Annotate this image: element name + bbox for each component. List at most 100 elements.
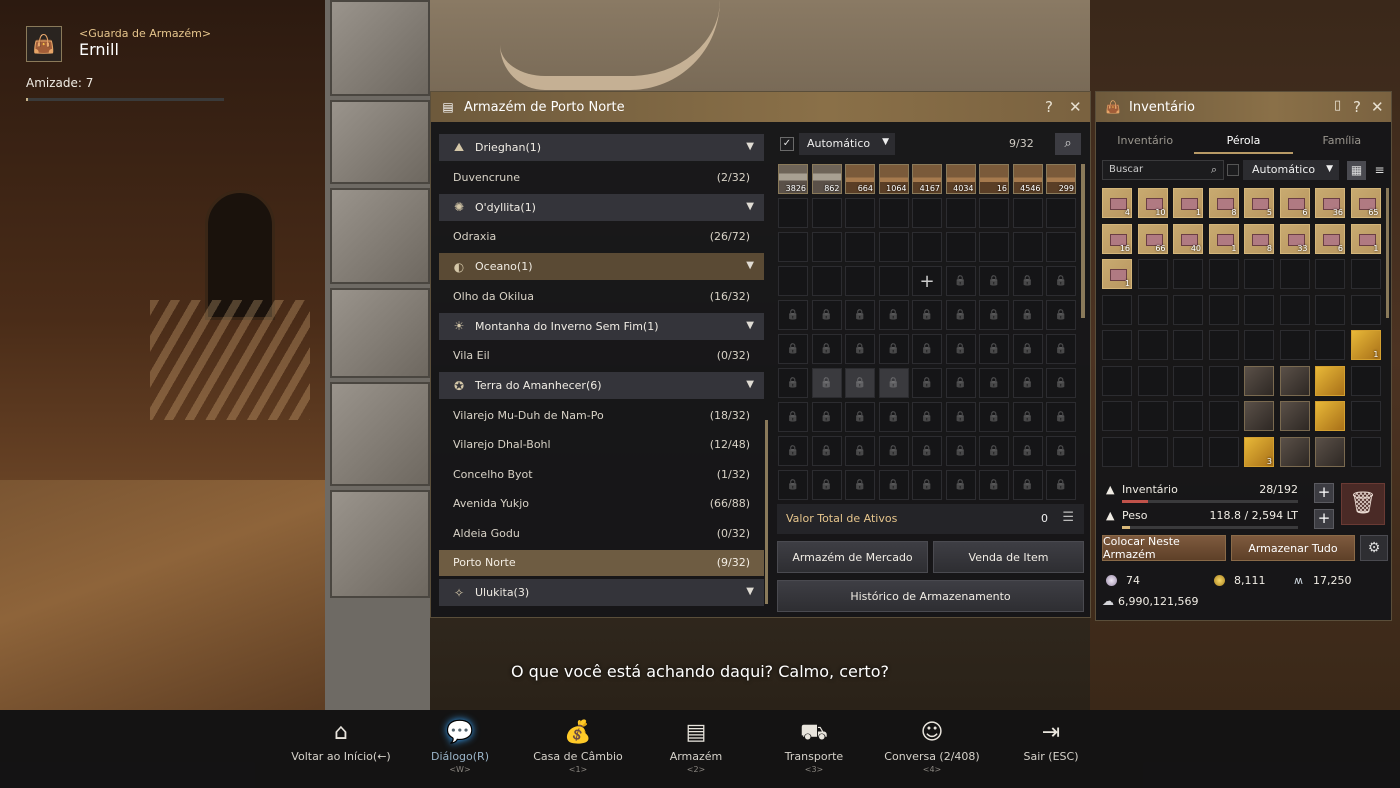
pearl-item-slot[interactable]: 36 (1315, 188, 1345, 218)
auto-sort-checkbox[interactable]: ✓ (780, 137, 794, 151)
pearl-item-slot[interactable]: 1 (1350, 223, 1381, 254)
pearl-item-slot[interactable]: 10 (1137, 188, 1168, 218)
empty-slot[interactable] (1102, 436, 1132, 467)
warehouse-item-slot[interactable]: 664 (845, 164, 875, 194)
empty-slot[interactable] (945, 198, 976, 228)
empty-slot[interactable] (811, 198, 842, 228)
store-here-button[interactable]: Colocar Neste Armazém (1102, 535, 1226, 561)
expand-inventory-button[interactable]: + (1314, 483, 1334, 503)
region-header[interactable]: ✪ Terra do Amanhecer(6) ▼ (439, 372, 764, 399)
empty-slot[interactable] (1315, 259, 1345, 289)
pearl-item-slot[interactable]: 65 (1350, 188, 1381, 218)
empty-slot[interactable] (979, 198, 1009, 228)
inventory-auto-checkbox[interactable] (1227, 164, 1239, 176)
document-icon[interactable]: ▯ (1334, 98, 1341, 113)
gear-icon[interactable]: ⚙ (1360, 535, 1388, 561)
empty-slot[interactable] (1208, 401, 1239, 431)
inventory-item-slot[interactable] (1315, 401, 1345, 431)
grid-view-icon[interactable]: ▦ (1347, 161, 1366, 180)
region-header[interactable]: ⛰ Drieghan(1) ▼ (439, 134, 764, 161)
empty-slot[interactable] (1279, 330, 1310, 360)
empty-slot[interactable] (1012, 198, 1043, 228)
empty-slot[interactable] (1350, 436, 1381, 467)
tab-family[interactable]: Família (1293, 130, 1391, 154)
empty-slot[interactable] (1173, 365, 1203, 396)
empty-slot[interactable] (912, 232, 942, 262)
tab-inventory[interactable]: Inventário (1096, 130, 1194, 154)
inventory-item-slot[interactable] (1279, 436, 1310, 467)
empty-slot[interactable] (1350, 294, 1381, 325)
empty-slot[interactable] (1137, 330, 1168, 360)
empty-slot[interactable] (945, 232, 976, 262)
storage-history-button[interactable]: Histórico de Armazenamento (777, 580, 1084, 612)
pearl-item-slot[interactable]: 33 (1279, 223, 1310, 254)
empty-slot[interactable] (1244, 330, 1274, 360)
empty-slot[interactable] (1137, 401, 1168, 431)
empty-slot[interactable] (1315, 294, 1345, 325)
empty-slot[interactable] (778, 198, 808, 228)
trash-icon[interactable]: 🗑 (1341, 483, 1385, 525)
empty-slot[interactable] (1012, 232, 1043, 262)
expand-slots-button[interactable]: + (912, 266, 942, 296)
close-button[interactable]: ✕ (1069, 98, 1082, 116)
search-icon[interactable]: ⌕ (1055, 133, 1081, 155)
help-button[interactable]: ? (1045, 98, 1053, 116)
empty-slot[interactable] (1208, 330, 1239, 360)
empty-slot[interactable] (912, 198, 942, 228)
warehouse-item-slot[interactable]: 3826 (778, 164, 808, 194)
warehouse-item-slot[interactable]: 4546 (1012, 164, 1043, 194)
inventory-scrollbar[interactable] (1386, 188, 1389, 318)
empty-slot[interactable] (1102, 365, 1132, 396)
warehouse-scrollbar[interactable] (1081, 164, 1085, 318)
market-warehouse-button[interactable]: Armazém de Mercado (777, 541, 928, 573)
empty-slot[interactable] (1173, 401, 1203, 431)
empty-slot[interactable] (811, 232, 842, 262)
pearl-item-slot[interactable]: 6 (1279, 188, 1310, 218)
region-header[interactable]: ◐ Oceano(1) ▼ (439, 253, 764, 280)
inventory-item-slot[interactable]: 1 (1350, 330, 1381, 360)
empty-slot[interactable] (1315, 330, 1345, 360)
town-item[interactable]: Porto Norte (9/32) (439, 549, 764, 576)
town-item[interactable]: Odraxia (26/72) (439, 224, 764, 251)
empty-slot[interactable] (778, 232, 808, 262)
empty-slot[interactable] (845, 266, 875, 296)
warehouse-item-slot[interactable]: 16 (979, 164, 1009, 194)
sell-item-button[interactable]: Venda de Item (933, 541, 1084, 573)
warehouse-item-slot[interactable]: 1064 (878, 164, 909, 194)
town-item[interactable]: Vilarejo Mu-Duh de Nam-Po (18/32) (439, 402, 764, 429)
empty-slot[interactable] (1173, 436, 1203, 467)
list-view-icon[interactable]: ≡ (1370, 161, 1389, 180)
pearl-item-slot[interactable]: 8 (1208, 188, 1239, 218)
inventory-item-slot[interactable]: 3 (1244, 436, 1274, 467)
inventory-item-slot[interactable] (1244, 365, 1274, 396)
help-button[interactable]: ? (1353, 98, 1361, 116)
town-item[interactable]: Vilarejo Dhal-Bohl (12/48) (439, 432, 764, 459)
empty-slot[interactable] (1350, 259, 1381, 289)
region-scrollbar[interactable] (765, 420, 768, 604)
empty-slot[interactable] (1046, 198, 1076, 228)
town-item[interactable]: Concelho Byot (1/32) (439, 461, 764, 488)
empty-slot[interactable] (1137, 294, 1168, 325)
pearl-item-slot[interactable]: 1 (1173, 188, 1203, 218)
empty-slot[interactable] (1137, 436, 1168, 467)
region-header[interactable]: ☀ Montanha do Inverno Sem Fim(1) ▼ (439, 312, 764, 340)
empty-slot[interactable] (1173, 294, 1203, 325)
region-header[interactable]: ✧ Ulukita(3) ▼ (439, 579, 764, 606)
pearl-item-slot[interactable]: 8 (1244, 223, 1274, 254)
empty-slot[interactable] (778, 266, 808, 296)
empty-slot[interactable] (1350, 401, 1381, 431)
store-all-button[interactable]: Armazenar Tudo (1231, 535, 1355, 561)
empty-slot[interactable] (1350, 365, 1381, 396)
town-item[interactable]: Vila Eil (0/32) (439, 343, 764, 370)
empty-slot[interactable] (1102, 401, 1132, 431)
town-item[interactable]: Avenida Yukjo (66/88) (439, 491, 764, 518)
pearl-item-slot[interactable]: 6 (1315, 223, 1345, 254)
empty-slot[interactable] (1208, 365, 1239, 396)
empty-slot[interactable] (1279, 294, 1310, 325)
empty-slot[interactable] (1102, 294, 1132, 325)
warehouse-item-slot[interactable]: 4167 (912, 164, 942, 194)
empty-slot[interactable] (979, 232, 1009, 262)
empty-slot[interactable] (1173, 259, 1203, 289)
pearl-item-slot[interactable]: 1 (1102, 259, 1132, 289)
warehouse-item-slot[interactable]: 862 (811, 164, 842, 194)
